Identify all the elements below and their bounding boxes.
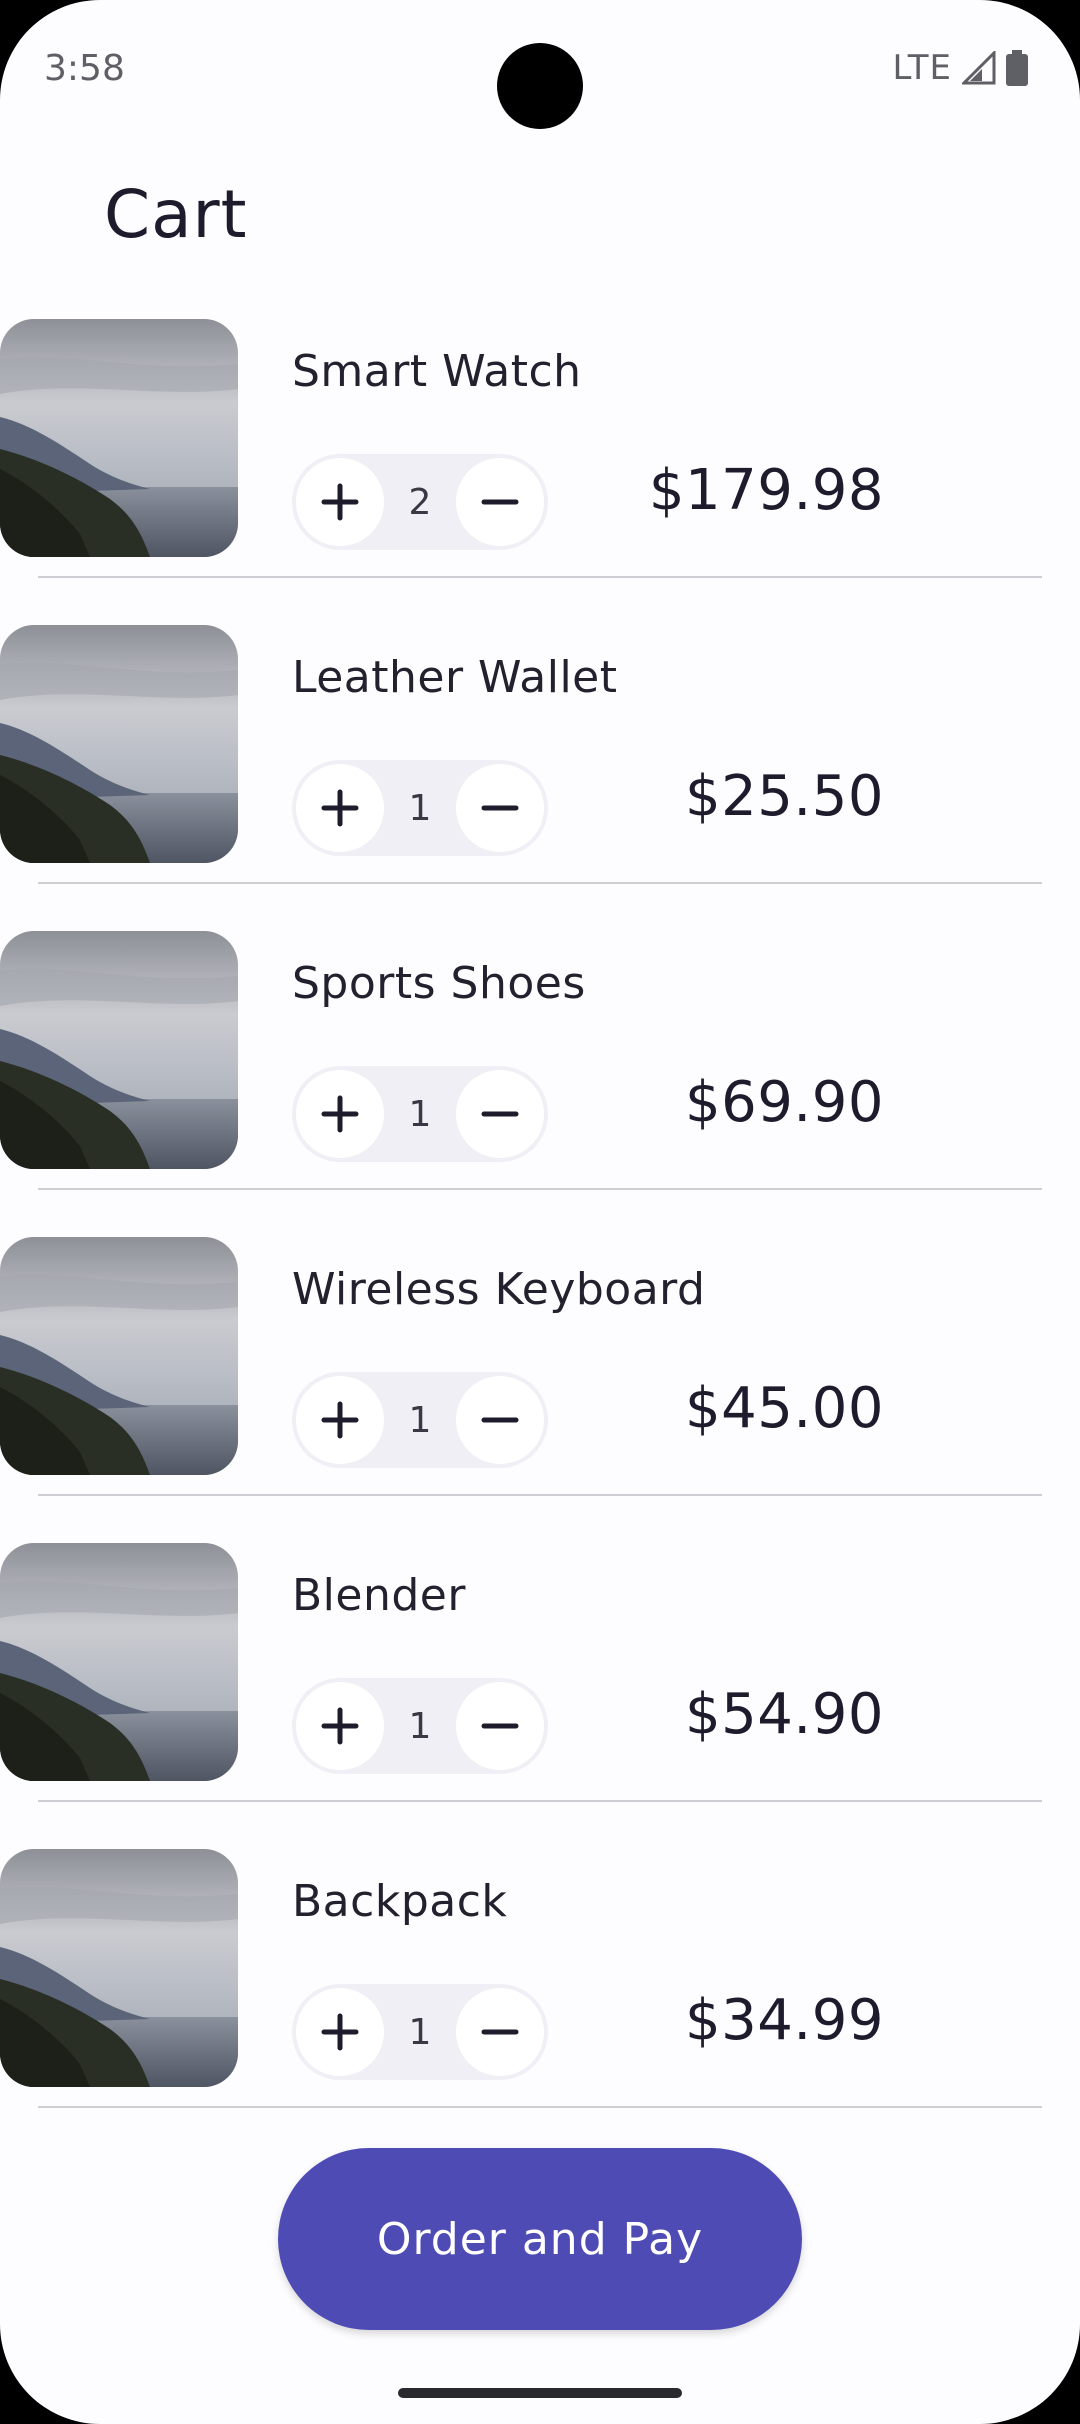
product-thumbnail[interactable] (0, 319, 238, 557)
divider (38, 1188, 1042, 1190)
item-name: Smart Watch (292, 346, 582, 397)
signal-icon (962, 51, 996, 85)
cart-item: Blender 1 $54.90 (0, 1542, 1080, 1848)
home-indicator[interactable] (398, 2388, 682, 2398)
cart-list: Smart Watch 2 $179.98 Leather Wallet 1 $… (0, 318, 1080, 2154)
order-and-pay-button[interactable]: Order and Pay (278, 2148, 802, 2330)
minus-icon[interactable] (456, 764, 544, 852)
product-thumbnail[interactable] (0, 1543, 238, 1781)
status-icons: LTE (892, 48, 1028, 88)
camera-cutout (497, 43, 583, 129)
quantity-stepper: 1 (292, 1372, 548, 1468)
cart-item: Backpack 1 $34.99 (0, 1848, 1080, 2154)
page-title: Cart (104, 176, 248, 253)
quantity-stepper: 1 (292, 1678, 548, 1774)
quantity-value: 1 (408, 2011, 432, 2053)
plus-icon[interactable] (296, 764, 384, 852)
item-price: $179.98 (648, 458, 884, 523)
minus-icon[interactable] (456, 1682, 544, 1770)
item-price: $25.50 (685, 764, 884, 829)
item-name: Sports Shoes (292, 958, 586, 1009)
product-thumbnail[interactable] (0, 1237, 238, 1475)
plus-icon[interactable] (296, 1988, 384, 2076)
cart-item: Smart Watch 2 $179.98 (0, 318, 1080, 624)
product-thumbnail[interactable] (0, 931, 238, 1169)
divider (38, 1494, 1042, 1496)
quantity-value: 2 (408, 481, 432, 523)
plus-icon[interactable] (296, 458, 384, 546)
plus-icon[interactable] (296, 1376, 384, 1464)
quantity-stepper: 1 (292, 1984, 548, 2080)
plus-icon[interactable] (296, 1682, 384, 1770)
cart-item: Sports Shoes 1 $69.90 (0, 930, 1080, 1236)
cart-item: Leather Wallet 1 $25.50 (0, 624, 1080, 930)
item-name: Blender (292, 1570, 466, 1621)
phone-screen: 3:58 LTE Cart Smart Watch 2 $179.98 Leat… (0, 0, 1080, 2424)
network-type: LTE (892, 48, 952, 88)
item-price: $54.90 (685, 1682, 884, 1747)
divider (38, 576, 1042, 578)
quantity-value: 1 (408, 1399, 432, 1441)
minus-icon[interactable] (456, 1376, 544, 1464)
battery-icon (1006, 50, 1028, 86)
item-name: Wireless Keyboard (292, 1264, 706, 1315)
item-name: Leather Wallet (292, 652, 618, 703)
status-bar: 3:58 LTE (0, 0, 1080, 140)
minus-icon[interactable] (456, 1988, 544, 2076)
quantity-stepper: 1 (292, 760, 548, 856)
divider (38, 882, 1042, 884)
product-thumbnail[interactable] (0, 625, 238, 863)
divider (38, 1800, 1042, 1802)
item-price: $69.90 (685, 1070, 884, 1135)
minus-icon[interactable] (456, 458, 544, 546)
item-name: Backpack (292, 1876, 508, 1927)
minus-icon[interactable] (456, 1070, 544, 1158)
plus-icon[interactable] (296, 1070, 384, 1158)
cart-item: Wireless Keyboard 1 $45.00 (0, 1236, 1080, 1542)
quantity-value: 1 (408, 1705, 432, 1747)
quantity-value: 1 (408, 787, 432, 829)
product-thumbnail[interactable] (0, 1849, 238, 2087)
item-price: $45.00 (685, 1376, 884, 1441)
quantity-stepper: 1 (292, 1066, 548, 1162)
item-price: $34.99 (685, 1988, 884, 2053)
quantity-stepper: 2 (292, 454, 548, 550)
divider (38, 2106, 1042, 2108)
status-time: 3:58 (44, 48, 125, 89)
quantity-value: 1 (408, 1093, 432, 1135)
